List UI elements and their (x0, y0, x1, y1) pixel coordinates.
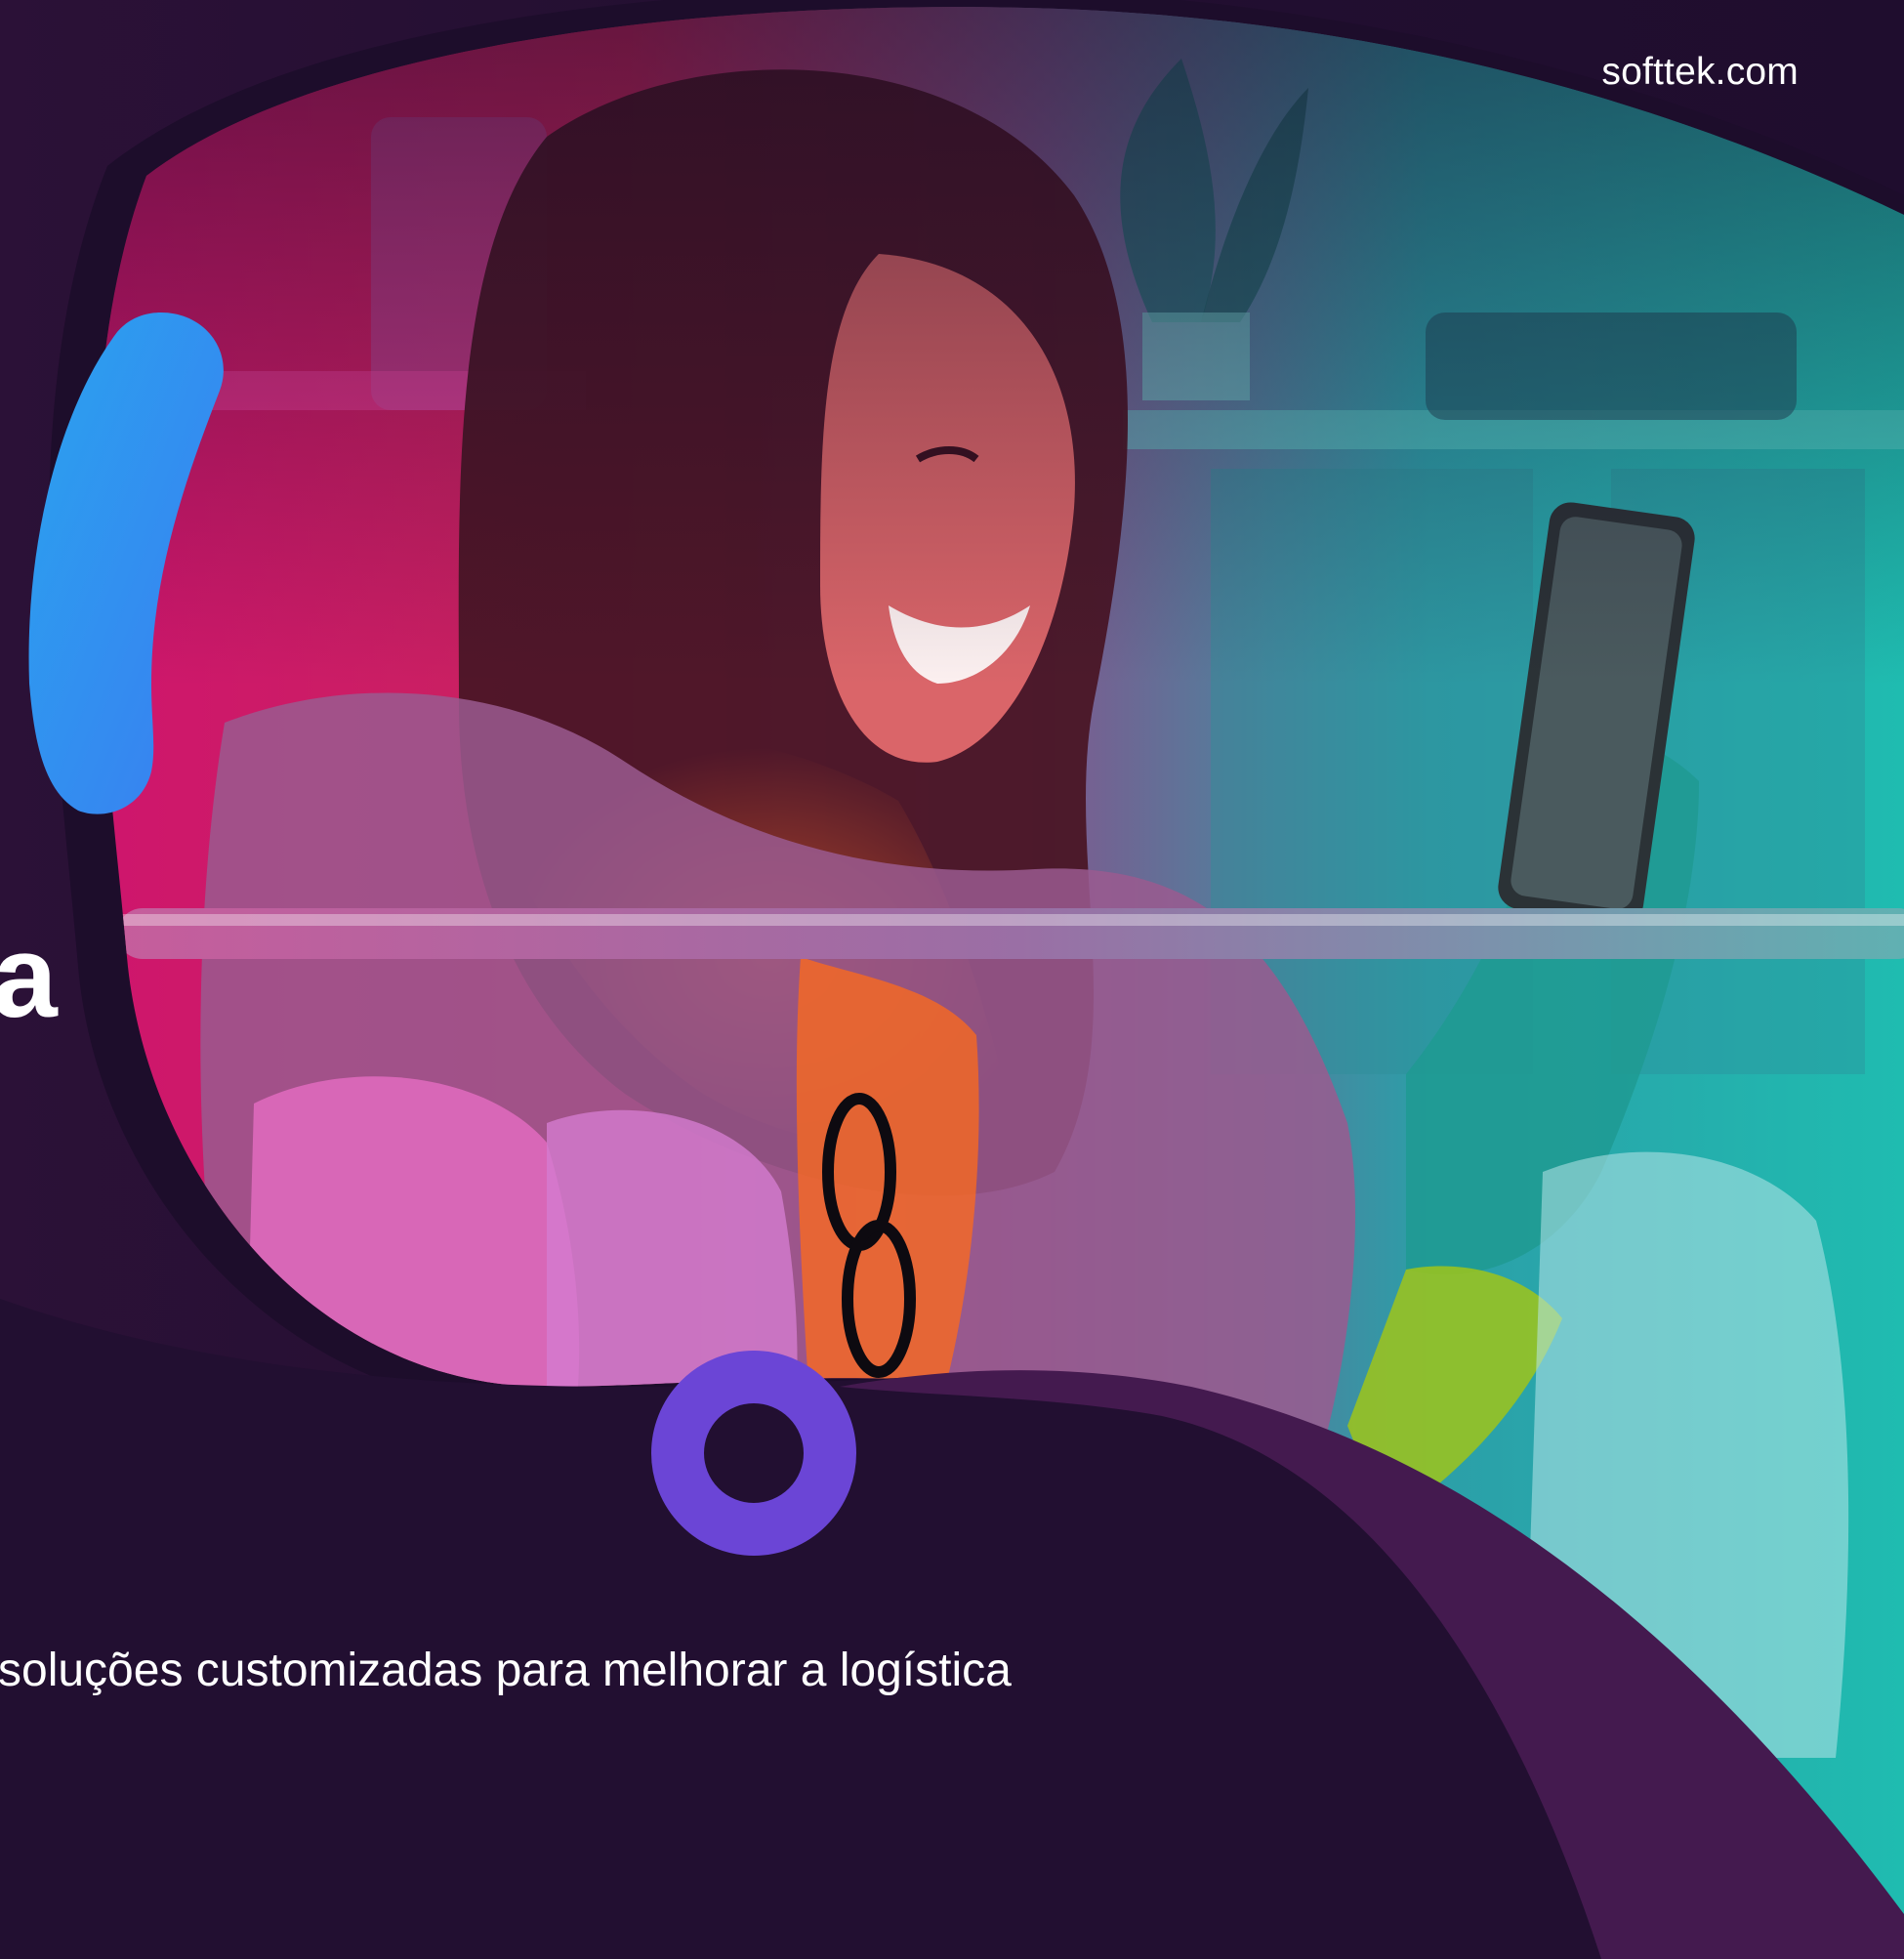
site-link[interactable]: softtek.com (1601, 51, 1799, 94)
hero-page: softtek.com a soluções customizadas para… (0, 0, 1904, 1959)
headline-fragment: a (0, 911, 58, 1042)
hero-subtitle: soluções customizadas para melhorar a lo… (0, 1645, 1012, 1696)
